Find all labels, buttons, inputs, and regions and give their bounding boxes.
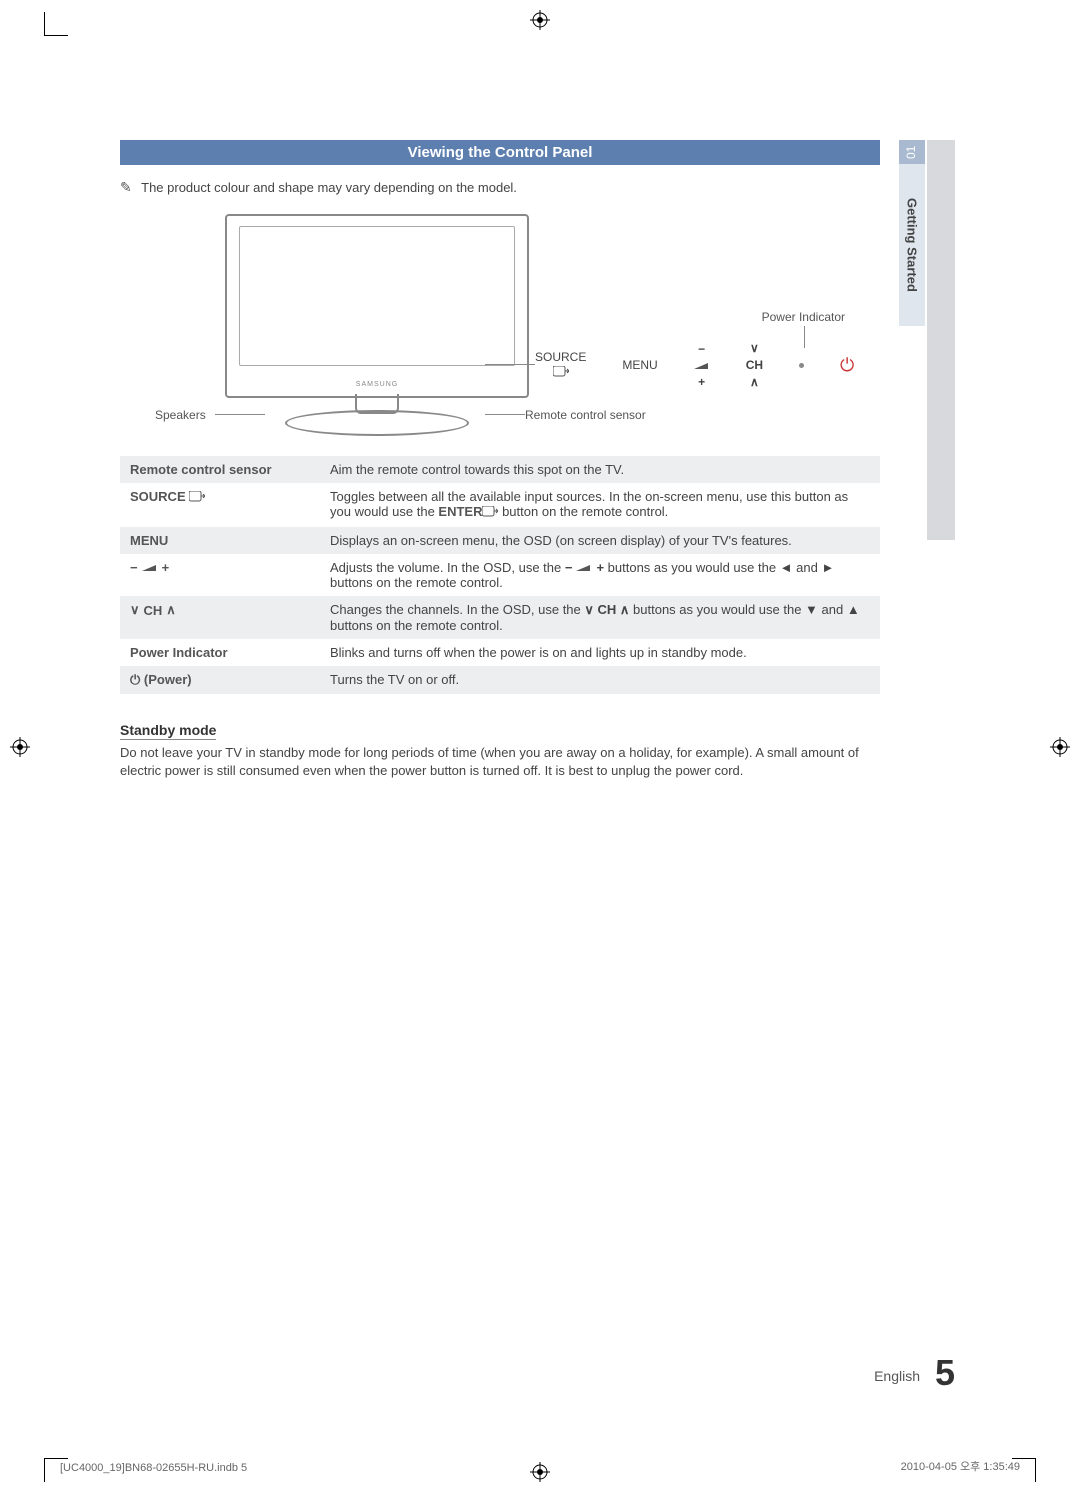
tv-diagram: SAMSUNG Power Indicator SOURCE MENU − + … (155, 214, 845, 434)
page-content: Viewing the Control Panel ✎ The product … (120, 140, 880, 780)
registration-mark-icon (530, 10, 550, 30)
desc-pre: Changes the channels. In the OSD, use th… (330, 602, 584, 617)
controls-table: Remote control sensor Aim the remote con… (120, 456, 880, 694)
footer-file-ref: [UC4000_19]BN68-02655H-RU.indb 5 (60, 1462, 247, 1474)
side-gray-strip (927, 140, 955, 540)
crop-mark (44, 12, 45, 36)
tv-screen (239, 226, 515, 366)
chevron-down-icon: ∨ (130, 602, 140, 618)
note-line: ✎ The product colour and shape may vary … (120, 179, 880, 196)
plus-icon: + (162, 560, 170, 575)
label-text: SOURCE (130, 489, 186, 504)
indicator-dot-icon (799, 363, 804, 368)
callout-speakers: Speakers (155, 408, 206, 422)
desc-post: button on the remote control. (498, 504, 668, 519)
control-label: SOURCE (120, 483, 320, 527)
ch-icon-inline: ∨ CH ∧ (584, 602, 629, 618)
source-button-label: SOURCE (535, 351, 586, 381)
control-label: Power Indicator (120, 639, 320, 666)
chevron-up-icon: ∧ (166, 602, 176, 618)
callout-remote-sensor: Remote control sensor (525, 408, 646, 422)
chapter-tab: 01 Getting Started (899, 140, 925, 314)
table-row: MENU Displays an on-screen menu, the OSD… (120, 527, 880, 554)
ch-text: CH (746, 359, 763, 372)
registration-mark-icon (530, 1462, 550, 1482)
control-label: MENU (120, 527, 320, 554)
source-text: SOURCE (535, 351, 586, 364)
table-row: ∨ CH ∧ Changes the channels. In the OSD,… (120, 596, 880, 639)
volume-button-label: − + (694, 343, 710, 389)
callout-power-indicator: Power Indicator (762, 310, 845, 324)
footer-language: English (874, 1368, 920, 1384)
section-title-banner: Viewing the Control Panel (120, 140, 880, 165)
desc-mid: ENTER (438, 504, 482, 519)
crop-mark (1035, 1458, 1036, 1482)
chapter-number: 01 (899, 140, 925, 164)
crop-mark (44, 35, 68, 36)
table-row: Remote control sensor Aim the remote con… (120, 456, 880, 483)
table-row: ⏻ (Power) Turns the TV on or off. (120, 666, 880, 694)
power-icon: ⏻ (130, 672, 140, 687)
callout-line (215, 414, 265, 415)
crop-mark (44, 1458, 68, 1459)
table-row: SOURCE Toggles between all the available… (120, 483, 880, 527)
control-desc: Turns the TV on or off. (320, 666, 880, 694)
enter-icon (553, 366, 569, 381)
power-icon: ⏻ (840, 355, 854, 376)
vol-minus: − (698, 343, 705, 356)
standby-text: Do not leave your TV in standby mode for… (120, 744, 860, 780)
note-text: The product colour and shape may vary de… (141, 180, 517, 195)
footer-timestamp: 2010-04-05 오후 1:35:49 (901, 1458, 1020, 1474)
panel-buttons-row: SOURCE MENU − + ∨ CH ∧ ⏻ (535, 342, 854, 390)
control-desc: Changes the channels. In the OSD, use th… (320, 596, 880, 639)
standby-heading: Standby mode (120, 722, 216, 740)
control-label: Remote control sensor (120, 456, 320, 483)
crop-mark (44, 1458, 45, 1482)
desc-pre: Adjusts the volume. In the OSD, use the (330, 560, 565, 575)
speaker-icon (694, 360, 710, 372)
callout-line (485, 414, 525, 415)
chevron-up-icon: ∧ (750, 376, 759, 389)
control-desc: Aim the remote control towards this spot… (320, 456, 880, 483)
tv-stand-base (285, 410, 469, 436)
control-label: ∨ CH ∧ (120, 596, 320, 639)
registration-mark-icon (10, 737, 30, 757)
table-row: Power Indicator Blinks and turns off whe… (120, 639, 880, 666)
enter-icon (482, 506, 498, 521)
menu-button-label: MENU (622, 359, 657, 372)
label-suffix: (Power) (140, 672, 191, 687)
note-icon: ✎ (120, 179, 132, 196)
control-desc: Toggles between all the available input … (320, 483, 880, 527)
control-label: ⏻ (Power) (120, 666, 320, 694)
tv-body: SAMSUNG (225, 214, 529, 398)
footer-page-number: 5 (935, 1352, 955, 1394)
chapter-title: Getting Started (899, 164, 925, 326)
table-row: − + Adjusts the volume. In the OSD, use … (120, 554, 880, 596)
ch-text: CH (144, 603, 163, 618)
control-desc: Blinks and turns off when the power is o… (320, 639, 880, 666)
chevron-down-icon: ∨ (750, 342, 759, 355)
enter-icon (189, 491, 205, 506)
channel-button-label: ∨ CH ∧ (746, 342, 763, 390)
minus-icon: − (130, 560, 138, 575)
tv-brand-logo: SAMSUNG (356, 381, 398, 388)
vol-plus: + (698, 376, 705, 389)
control-label: − + (120, 554, 320, 596)
control-desc: Adjusts the volume. In the OSD, use the … (320, 554, 880, 596)
speaker-icon (142, 562, 158, 574)
callout-line (485, 364, 535, 365)
registration-mark-icon (1050, 737, 1070, 757)
vol-icon-inline: − + (565, 560, 604, 575)
control-desc: Displays an on-screen menu, the OSD (on … (320, 527, 880, 554)
